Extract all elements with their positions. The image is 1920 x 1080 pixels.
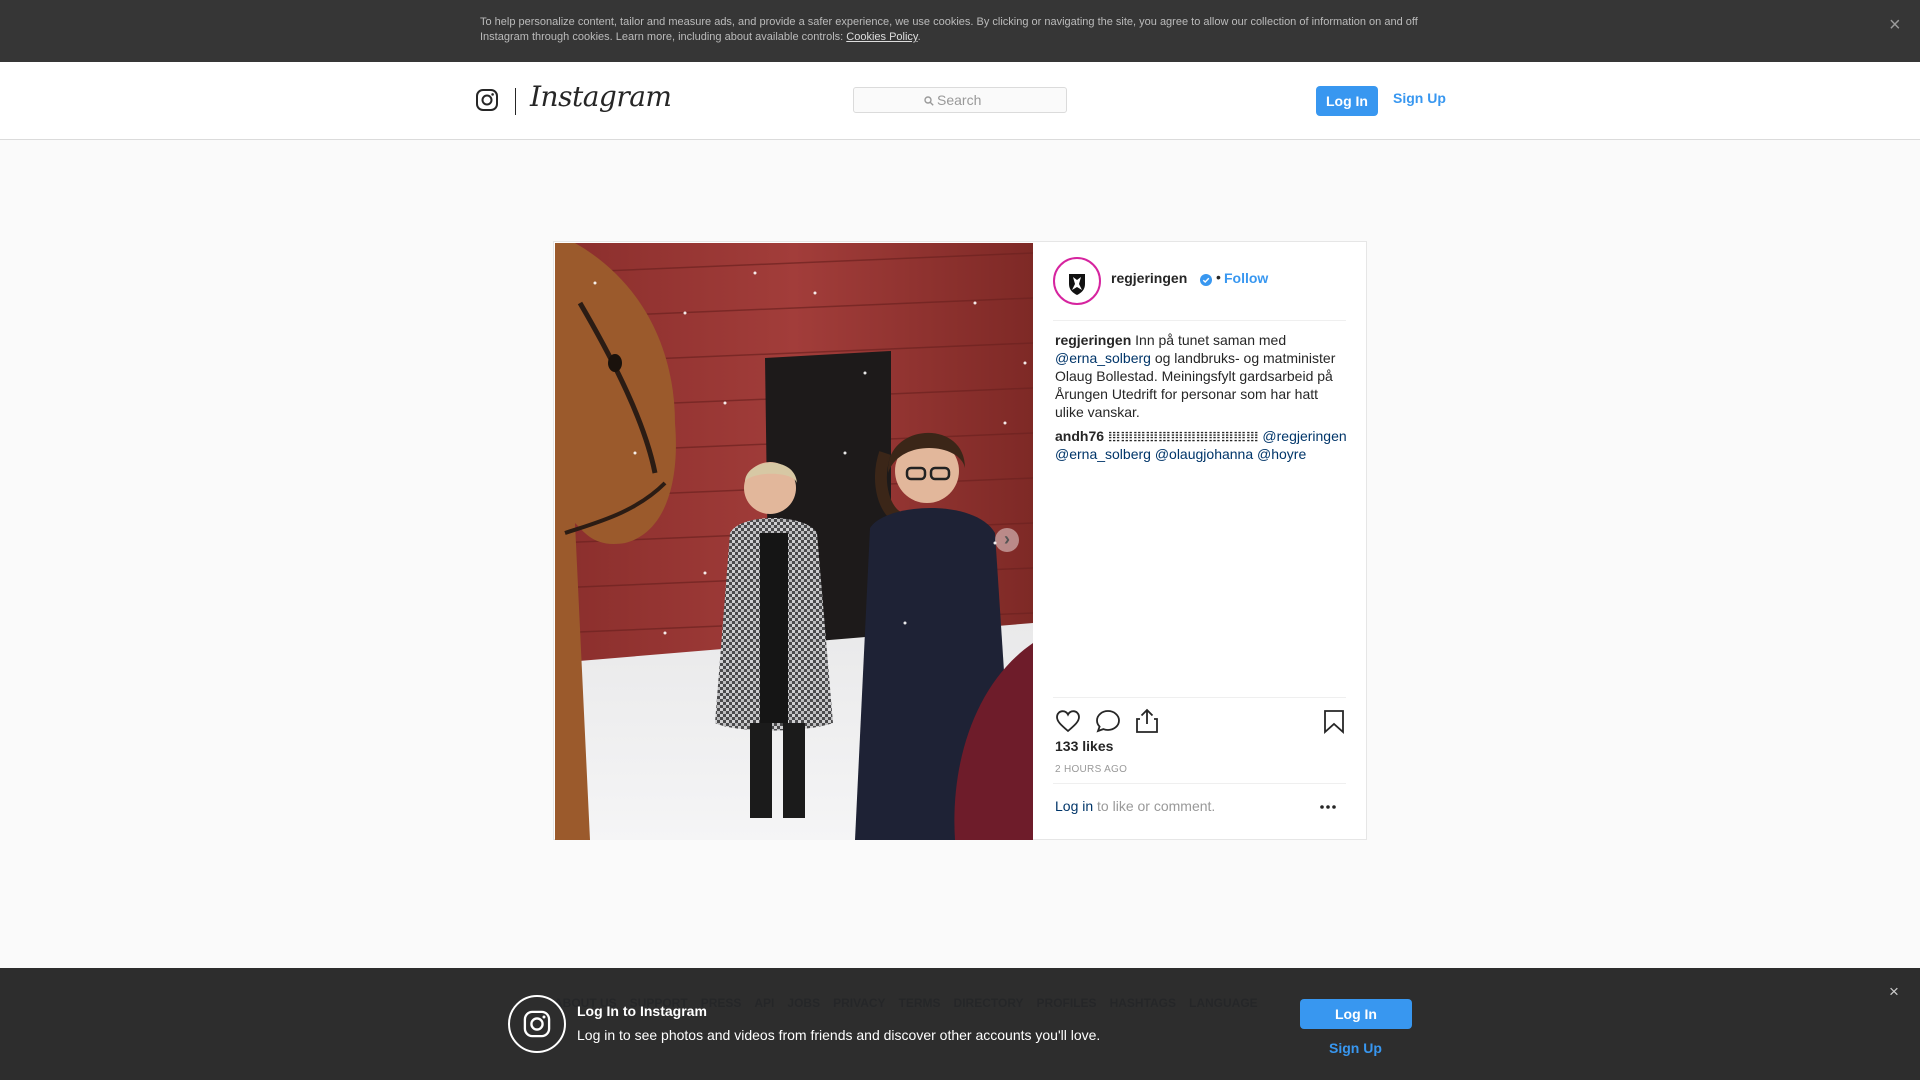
separator-dot: • <box>1216 269 1221 285</box>
coat-of-arms-icon <box>1058 262 1096 300</box>
close-icon[interactable]: × <box>1889 14 1901 37</box>
mention-link[interactable]: @regjeringen <box>1262 428 1346 444</box>
verified-icon <box>1200 274 1212 286</box>
post-timestamp[interactable]: 2 HOURS AGO <box>1055 764 1127 775</box>
top-nav: Instagram Search Log In Sign Up <box>0 62 1920 140</box>
post-photo[interactable] <box>555 243 1033 840</box>
instagram-wordmark[interactable]: Instagram <box>530 80 672 113</box>
search-icon <box>924 96 934 106</box>
banner-subtitle: Log in to see photos and videos from fri… <box>577 1027 1101 1043</box>
mention-link[interactable]: @erna_solberg <box>1055 446 1151 462</box>
header-divider <box>1053 320 1346 321</box>
comment-text: Inn på tunet saman med <box>1131 332 1287 348</box>
login-comment-suffix: to like or comment. <box>1093 798 1216 814</box>
banner-login-button[interactable]: Log In <box>1300 999 1412 1029</box>
post-username[interactable]: regjeringen <box>1111 270 1187 286</box>
avatar[interactable] <box>1053 257 1101 305</box>
post-card: regjeringen • Follow regjeringen Inn på … <box>553 241 1367 840</box>
login-link[interactable]: Log in <box>1055 798 1093 814</box>
cookie-notice-period: . <box>917 31 921 43</box>
search-placeholder: Search <box>937 92 982 108</box>
comment-divider <box>1053 783 1346 784</box>
bookmark-icon[interactable] <box>1323 709 1345 734</box>
comment-icon[interactable] <box>1095 709 1121 733</box>
camera-logo-icon[interactable] <box>475 88 499 112</box>
heart-icon[interactable] <box>1055 709 1081 733</box>
actions-divider <box>1053 697 1346 698</box>
signup-link[interactable]: Sign Up <box>1393 90 1446 106</box>
comment: regjeringen Inn på tunet saman med @erna… <box>1055 331 1349 421</box>
cookie-bar: To help personalize content, tailor and … <box>0 0 1920 62</box>
login-banner: Log In to Instagram Log in to see photos… <box>0 968 1920 1080</box>
comment-username[interactable]: regjeringen <box>1055 332 1131 348</box>
banner-signup-link[interactable]: Sign Up <box>1329 1040 1382 1056</box>
close-icon[interactable]: × <box>1889 982 1899 1002</box>
likes-count[interactable]: 133 likes <box>1055 738 1113 754</box>
camera-logo-icon <box>508 995 566 1053</box>
mention-link[interactable]: @hoyre <box>1257 446 1306 462</box>
search-placeholder-group: Search <box>924 92 981 108</box>
comment-text: 𝍖𝍖𝍖𝍖𝍖𝍖𝍖𝍖𝍖𝍖𝍖𝍖 <box>1104 428 1263 444</box>
mention-link[interactable]: @erna_solberg <box>1055 350 1151 366</box>
follow-button[interactable]: Follow <box>1224 270 1268 286</box>
banner-title: Log In to Instagram <box>577 1003 707 1019</box>
share-icon[interactable] <box>1135 708 1159 734</box>
cookies-policy-link[interactable]: Cookies Policy <box>846 31 917 43</box>
chevron-right-icon[interactable]: › <box>995 528 1019 552</box>
comment-list: regjeringen Inn på tunet saman med @erna… <box>1055 331 1349 463</box>
more-icon[interactable] <box>1318 804 1338 810</box>
mention-link[interactable]: @olaugjohanna <box>1155 446 1253 462</box>
post-details: regjeringen • Follow regjeringen Inn på … <box>1033 242 1366 839</box>
cookie-notice-text: To help personalize content, tailor and … <box>480 15 1440 45</box>
comment-username[interactable]: andh76 <box>1055 428 1104 444</box>
login-button[interactable]: Log In <box>1316 86 1378 116</box>
logo-divider <box>515 88 516 115</box>
cookie-notice-body: To help personalize content, tailor and … <box>480 16 1418 43</box>
search-input[interactable]: Search <box>853 87 1067 113</box>
comment: andh76 𝍖𝍖𝍖𝍖𝍖𝍖𝍖𝍖𝍖𝍖𝍖𝍖 @regjeringen @erna_s… <box>1055 427 1349 463</box>
login-to-comment: Log in to like or comment. <box>1055 798 1215 814</box>
